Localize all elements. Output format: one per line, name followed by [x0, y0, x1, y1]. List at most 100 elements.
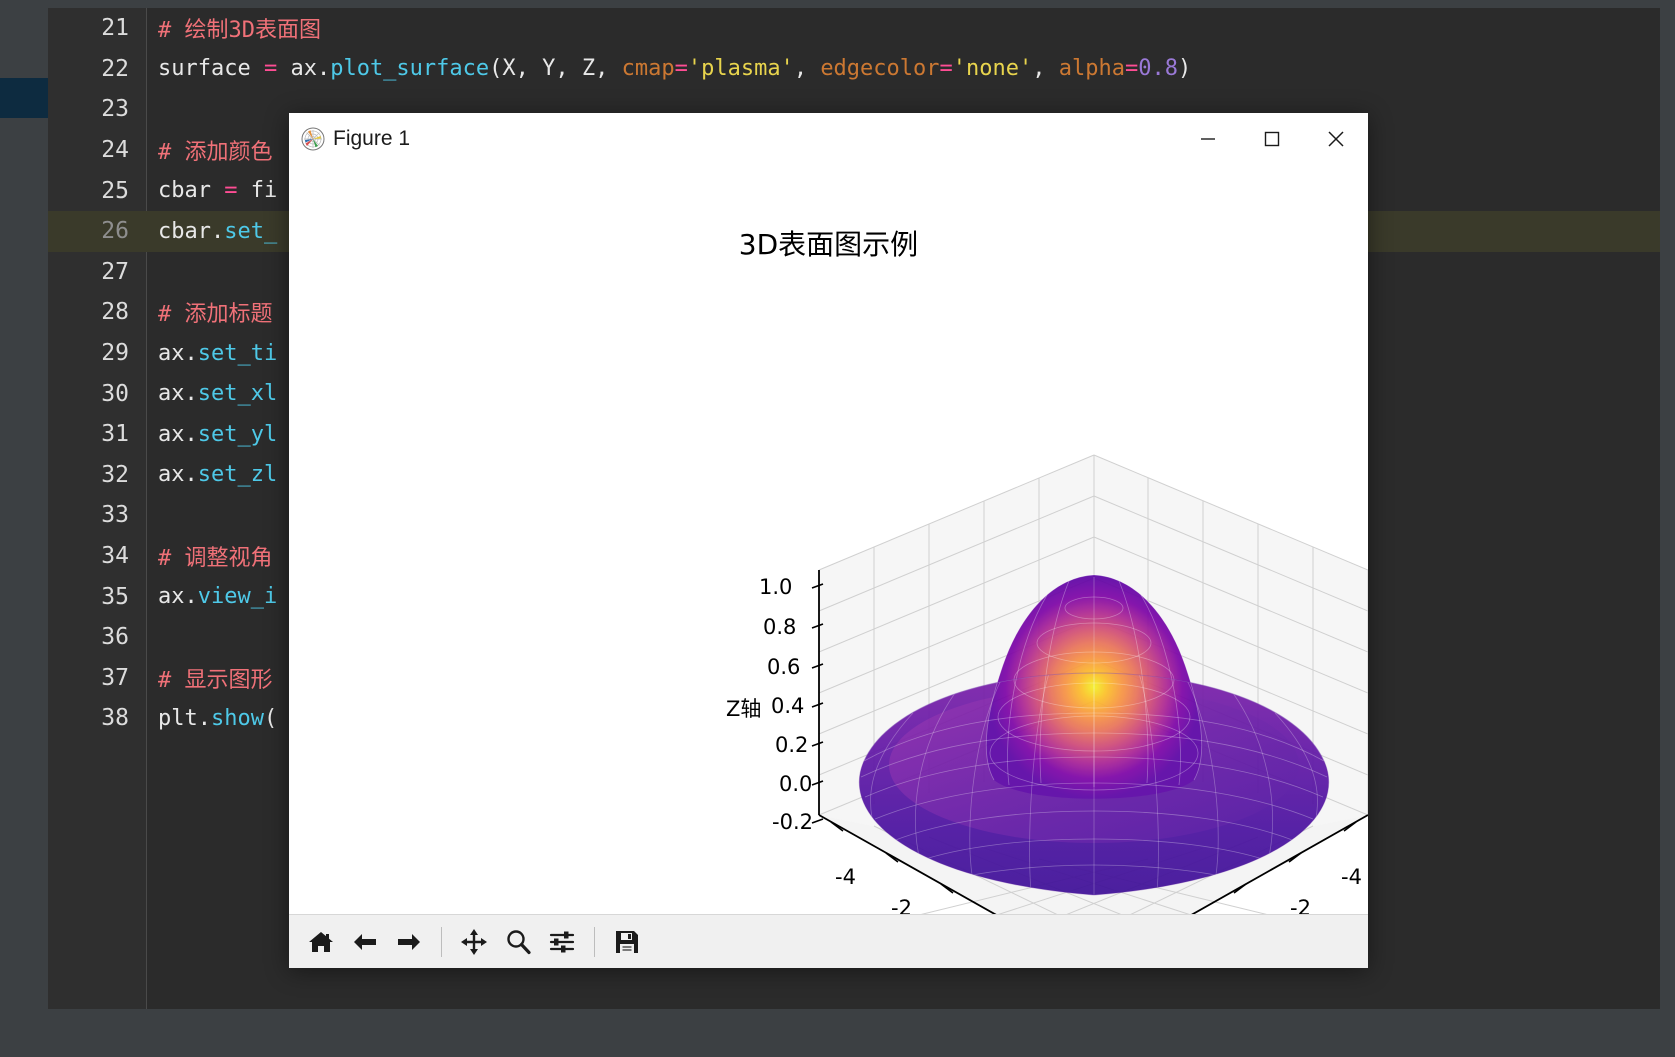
z-tick-label-3: 0.4: [771, 694, 805, 718]
x-tick-label-1: -2: [1290, 896, 1311, 914]
code-text: plt.show(: [147, 706, 277, 731]
code-token: set_xl: [197, 381, 278, 407]
code-token: view_i: [197, 584, 278, 610]
line-number: 22: [101, 55, 129, 82]
line-number: 26: [101, 218, 129, 245]
code-line[interactable]: 21 # 绘制3D表面图: [48, 8, 1660, 49]
code-token: cbar.: [158, 218, 225, 244]
code-token: ax.: [158, 462, 198, 488]
code-token: alpha: [1058, 56, 1125, 82]
code-token: plt.: [158, 705, 211, 731]
minimize-button[interactable]: [1176, 113, 1240, 165]
code-token: cbar: [158, 178, 225, 204]
line-number: 35: [101, 583, 129, 610]
code-token: (: [263, 705, 278, 731]
line-number: 36: [101, 624, 129, 651]
code-token: 'plasma': [687, 56, 794, 82]
code-text: # 添加颜色: [147, 134, 273, 166]
code-token: # 显示图形: [158, 667, 273, 693]
sliders-icon: [549, 931, 575, 952]
forward-button[interactable]: [389, 922, 429, 962]
pan-button[interactable]: [454, 922, 494, 962]
home-button[interactable]: [301, 922, 341, 962]
code-token: =: [263, 56, 278, 82]
floppy-disk-icon: [616, 930, 638, 953]
editor-activity-marker: [0, 78, 48, 118]
z-tick-label-0: 1.0: [759, 575, 793, 599]
code-text: ax.set_yl: [147, 422, 277, 447]
toolbar-separator-2: [594, 926, 595, 957]
close-button[interactable]: [1304, 113, 1368, 165]
line-number: 21: [101, 15, 129, 42]
save-button[interactable]: [607, 922, 647, 962]
line-number: 30: [101, 380, 129, 407]
y-tick-label-0: -4: [835, 865, 856, 889]
line-number: 34: [101, 543, 129, 570]
code-token: show: [210, 705, 264, 731]
figure-canvas[interactable]: 3D表面图示例 1.0 0.8 0.6 0.4 0.2 0.0 -0.2 Z轴 …: [289, 165, 1368, 914]
code-token: set_zl: [197, 462, 278, 488]
code-text: ax.set_xl: [147, 381, 277, 406]
line-number: 33: [101, 502, 129, 529]
code-token: (X, Y, Z,: [489, 56, 622, 82]
line-number: 25: [101, 177, 129, 204]
figure-window[interactable]: Figure 1 3D表面图示例 1.0 0.8 0.6 0.4 0.2 0.0…: [289, 113, 1368, 968]
code-token: 0.8: [1138, 56, 1178, 82]
line-number: 23: [101, 96, 129, 123]
close-icon: [1328, 131, 1344, 147]
figure-toolbar[interactable]: [289, 914, 1368, 968]
code-token: # 添加标题: [158, 302, 273, 328]
z-tick-label-4: 0.2: [775, 733, 809, 757]
window-controls: [1176, 113, 1368, 165]
z-tick-label-2: 0.6: [767, 655, 801, 679]
code-token: fi: [237, 178, 278, 204]
code-token: 'none': [952, 56, 1033, 82]
code-token: set_yl: [197, 421, 278, 447]
code-text: # 绘制3D表面图: [147, 12, 321, 44]
code-text: # 添加标题: [147, 296, 273, 328]
configure-subplots-button[interactable]: [542, 922, 582, 962]
line-number: 37: [101, 664, 129, 691]
z-tick-label-6: -0.2: [772, 810, 813, 834]
line-number: 31: [101, 421, 129, 448]
line-number: 32: [101, 461, 129, 488]
y-tick-label-1: -2: [891, 896, 912, 914]
z-tick-label-1: 0.8: [763, 615, 797, 639]
line-number: 24: [101, 137, 129, 164]
code-token: ax.: [158, 381, 198, 407]
maximize-button[interactable]: [1240, 113, 1304, 165]
magnifier-icon: [507, 929, 531, 954]
z-tick-label-5: 0.0: [779, 772, 813, 796]
code-token: ax.: [158, 340, 198, 366]
editor-status-bar: [0, 1009, 1675, 1057]
code-token: set_: [224, 218, 278, 244]
code-token: ,: [793, 56, 821, 82]
editor-activity-bar[interactable]: [0, 0, 48, 1057]
minimize-icon: [1201, 138, 1215, 140]
code-token: =: [224, 178, 238, 204]
code-token: ): [1178, 56, 1192, 82]
code-token: ax.: [158, 584, 198, 610]
code-token: # 绘制3D表面图: [158, 18, 321, 44]
code-token: # 调整视角: [158, 546, 273, 572]
figure-titlebar[interactable]: Figure 1: [289, 113, 1368, 165]
code-token: # 添加颜色: [158, 140, 273, 166]
zoom-button[interactable]: [498, 922, 538, 962]
editor-top-strip: [0, 0, 1675, 8]
line-number: 38: [101, 705, 129, 732]
code-text: # 显示图形: [147, 662, 273, 694]
code-token: ,: [1032, 56, 1059, 82]
back-button[interactable]: [345, 922, 385, 962]
figure-title: Figure 1: [333, 127, 411, 150]
maximize-icon: [1264, 131, 1280, 147]
code-text: ax.set_ti: [147, 341, 277, 366]
editor-scrollbar[interactable]: [1660, 0, 1675, 1057]
line-number: 29: [101, 340, 129, 367]
home-icon: [309, 931, 333, 952]
arrow-right-icon: [398, 933, 420, 950]
surface-plot-svg: [811, 454, 1368, 914]
code-line[interactable]: 22 surface = ax.plot_surface(X, Y, Z, cma…: [48, 49, 1660, 90]
code-token: =: [674, 56, 688, 82]
code-token: cmap: [621, 56, 675, 82]
code-token: =: [939, 56, 953, 82]
